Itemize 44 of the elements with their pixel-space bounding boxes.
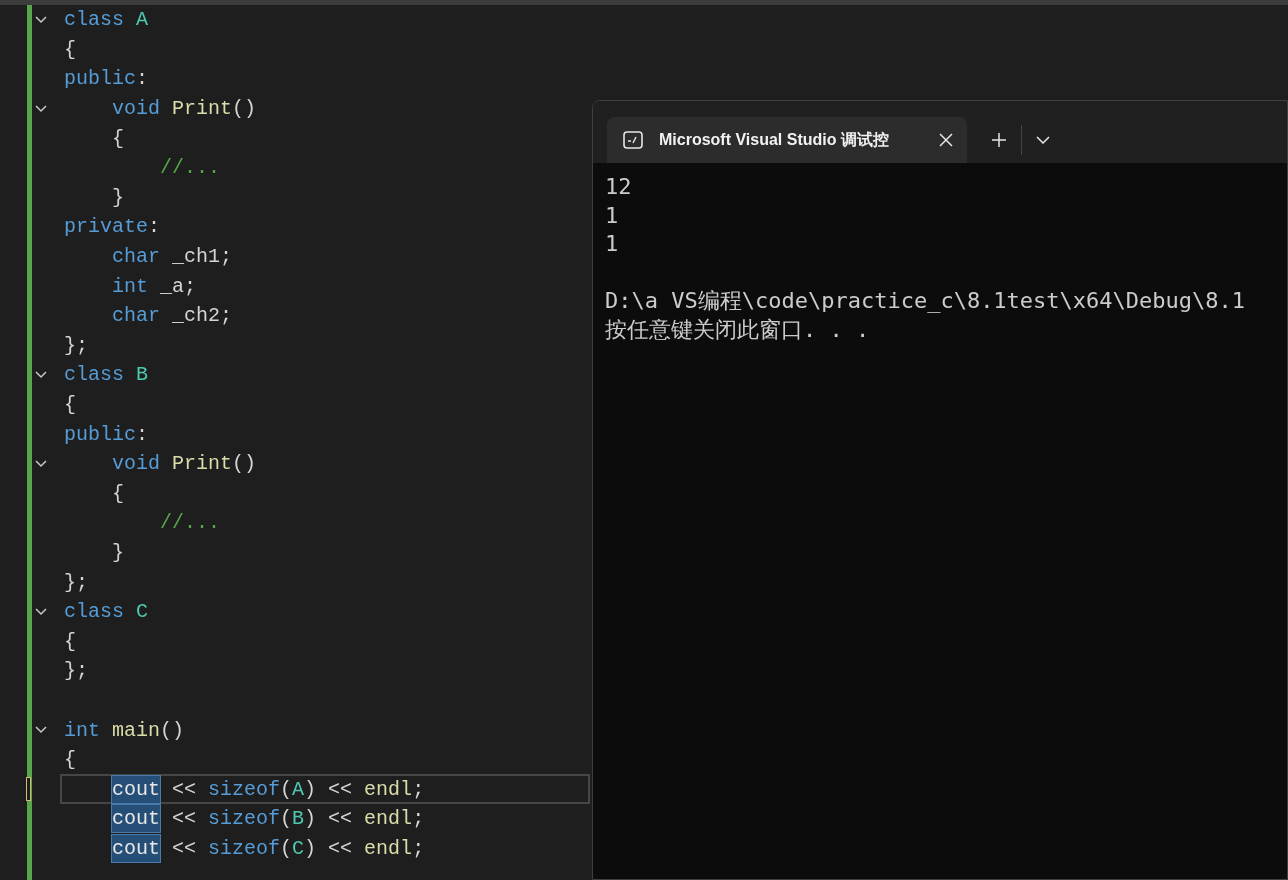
code-line: }; <box>63 569 89 596</box>
new-tab-icon[interactable] <box>991 132 1007 148</box>
code-line: int _a; <box>111 273 198 300</box>
code-line: void Print() <box>111 96 258 123</box>
code-line: private: <box>63 214 162 241</box>
tab-title: Microsoft Visual Studio 调试控 <box>659 130 890 150</box>
console-output-line: 1 <box>605 201 619 230</box>
code-line: cout << sizeof(B) << endl; <box>111 804 426 834</box>
collapse-chevron-icon[interactable] <box>35 726 47 735</box>
code-line: } <box>111 540 125 566</box>
code-line: class C <box>63 599 150 626</box>
console-output-line: 1 <box>605 230 619 258</box>
code-line: //... <box>159 155 222 182</box>
code-line: { <box>111 125 125 152</box>
collapse-chevron-icon[interactable] <box>35 370 47 379</box>
code-line: class A <box>63 7 150 34</box>
code-line: { <box>63 392 77 418</box>
code-line: cout << sizeof(C) << endl; <box>111 833 426 864</box>
collapse-chevron-icon[interactable] <box>35 15 47 24</box>
collapse-chevron-icon[interactable] <box>35 459 47 468</box>
code-line: public: <box>63 66 150 93</box>
code-line: char _ch1; <box>111 244 234 271</box>
dropdown-caret-icon[interactable] <box>1036 136 1050 144</box>
code-line: class B <box>63 362 150 389</box>
code-line: char _ch2; <box>111 303 234 330</box>
code-line: } <box>111 184 125 211</box>
code-line: void Print() <box>111 451 258 478</box>
console-output-line: D:\a VS编程\code\practice_c\8.1test\x64\Debug\8.1 <box>605 287 1246 315</box>
code-line: public: <box>63 421 150 448</box>
terminal-icon <box>623 131 643 149</box>
code-line: //... <box>159 510 222 537</box>
console-output-line: 12 <box>605 173 632 201</box>
terminal-tab[interactable]: Microsoft Visual Studio 调试控 <box>607 117 967 163</box>
code-line: { <box>63 628 77 655</box>
console-output-line: 按任意键关闭此窗口. . . <box>605 315 870 344</box>
code-line: { <box>63 747 77 774</box>
collapse-chevron-icon[interactable] <box>35 607 47 616</box>
code-line: }; <box>63 658 89 685</box>
code-line: { <box>111 480 125 507</box>
close-icon[interactable] <box>939 133 953 147</box>
code-line: { <box>63 36 77 63</box>
code-line: }; <box>63 332 89 359</box>
code-line: int main() <box>63 717 186 744</box>
collapse-chevron-icon[interactable] <box>35 104 47 113</box>
